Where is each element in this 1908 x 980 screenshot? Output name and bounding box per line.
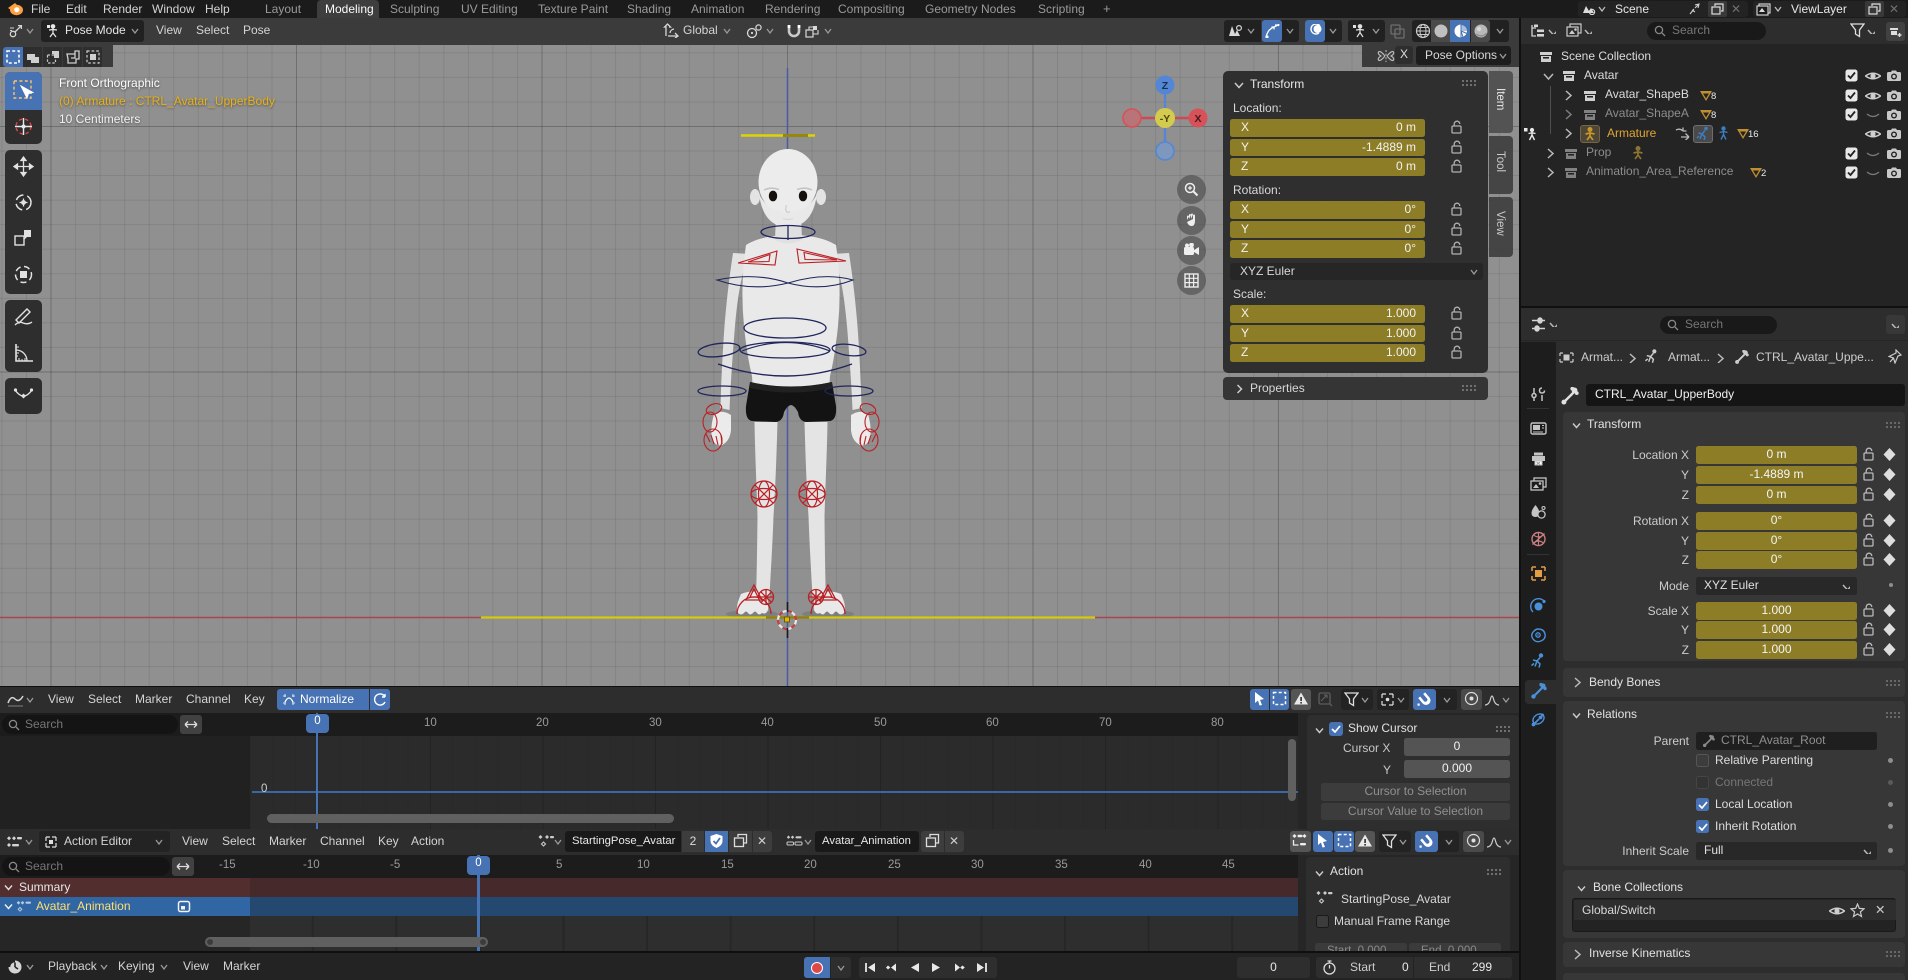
svg-text:X: X	[1194, 113, 1201, 125]
svg-text:Z: Z	[1162, 80, 1169, 92]
svg-text:-Y: -Y	[1160, 113, 1171, 125]
